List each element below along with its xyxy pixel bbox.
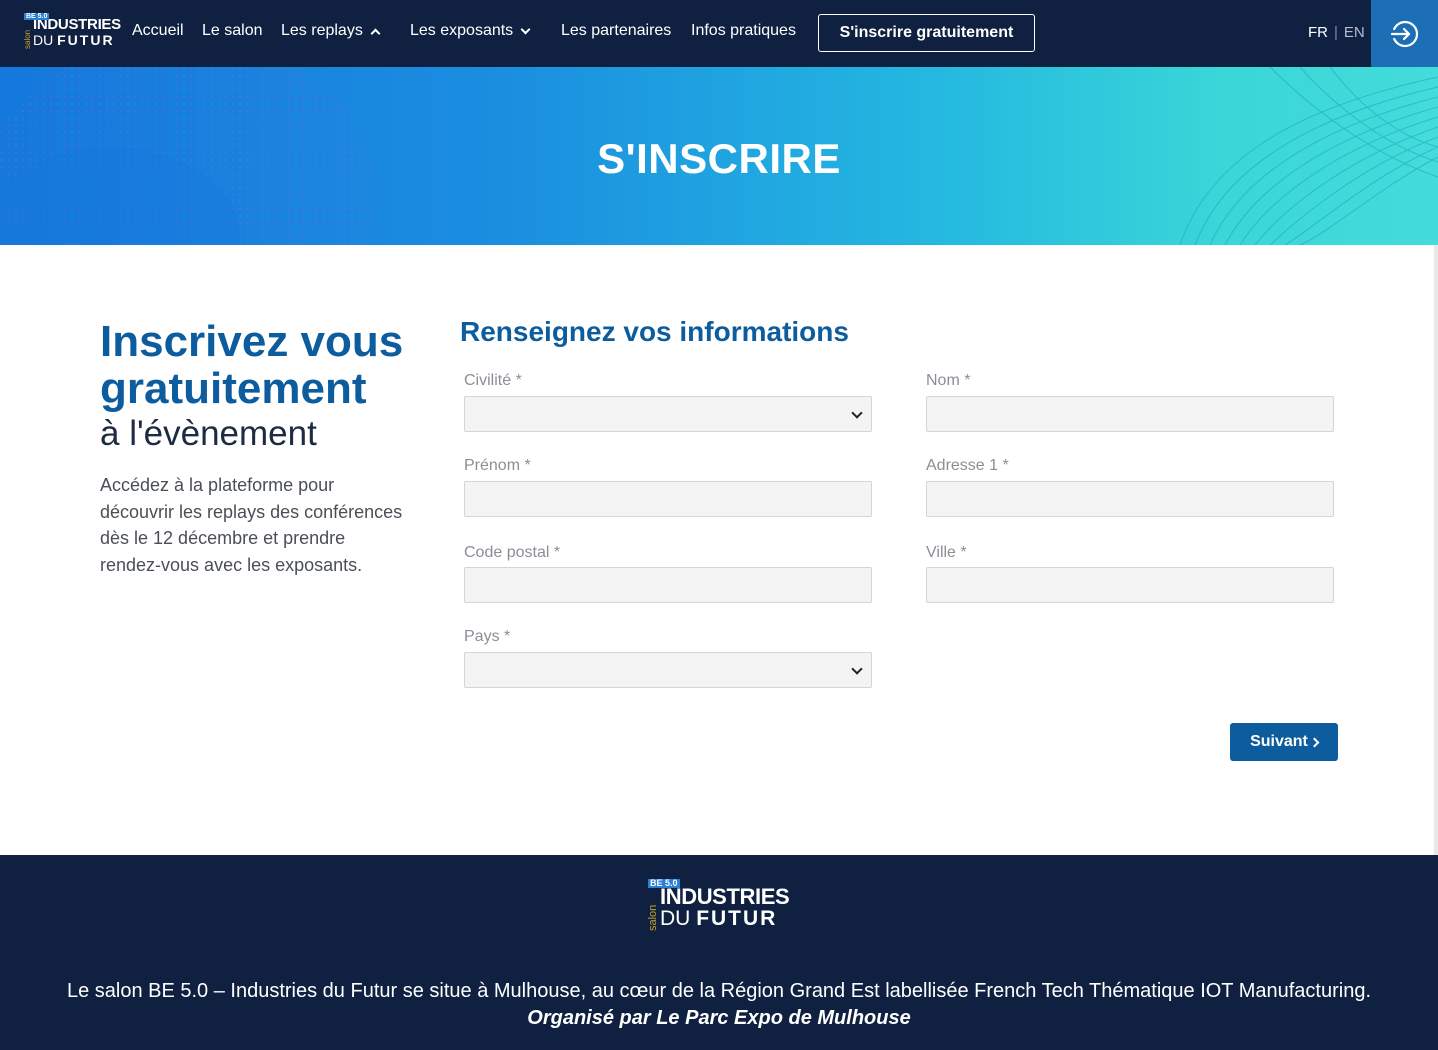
chevron-up-icon: [370, 28, 381, 38]
footer-logo-salon-text: salon: [647, 904, 659, 931]
chevron-down-icon: [520, 24, 531, 34]
adresse-label: Adresse 1 *: [926, 457, 1009, 474]
intro-text: Accédez à la plateforme pour découvrir l…: [100, 475, 403, 575]
chevron-right-icon: [1309, 737, 1320, 747]
civilite-select[interactable]: [464, 396, 872, 432]
footer-organizer: Organisé par Le Parc Expo de Mulhouse: [527, 1007, 911, 1029]
hero-title: S'INSCRIRE: [597, 135, 841, 182]
footer-logo-line2: DU FUTUR: [660, 906, 778, 930]
code-postal-label: Code postal *: [464, 544, 561, 561]
nom-label: Nom *: [926, 372, 971, 389]
prenom-label: Prénom *: [464, 457, 531, 474]
footer-logo-line1: INDUSTRIES: [660, 883, 790, 909]
top-navbar: BE 5.0 salon INDUSTRIES DU FUTUR Accueil…: [0, 0, 1438, 67]
nav-item-accueil[interactable]: Accueil: [132, 22, 184, 40]
lang-separator: |: [1334, 24, 1338, 41]
register-button[interactable]: S'inscrire gratuitement: [818, 14, 1035, 52]
nav-item-infos-pratiques[interactable]: Infos pratiques: [691, 22, 796, 40]
code-postal-field[interactable]: [464, 567, 872, 603]
footer-text: Le salon BE 5.0 – Industries du Futur se…: [66, 980, 1372, 1002]
intro-subtitle: à l'évènement: [100, 414, 317, 453]
nav-item-les-replays[interactable]: Les replays: [281, 22, 381, 40]
language-switcher: FR | EN: [1308, 24, 1365, 41]
footer-logo[interactable]: BE 5.0 salon INDUSTRIES DU FUTUR: [647, 879, 790, 932]
nav-item-les-partenaires[interactable]: Les partenaires: [561, 22, 671, 40]
next-button[interactable]: Suivant: [1230, 723, 1338, 761]
ville-field[interactable]: [926, 567, 1334, 603]
nom-field[interactable]: [926, 396, 1334, 432]
pays-label: Pays *: [464, 628, 511, 645]
civilite-label: Civilité *: [464, 372, 522, 389]
adresse-field[interactable]: [926, 481, 1334, 517]
hero-banner: S'INSCRIRE: [0, 67, 1438, 245]
prenom-field[interactable]: [464, 481, 872, 517]
sign-in-icon: [1390, 20, 1418, 47]
ville-label: Ville *: [926, 544, 967, 561]
nav-item-les-exposants[interactable]: Les exposants: [410, 22, 531, 40]
nav-item-le-salon[interactable]: Le salon: [202, 22, 263, 40]
intro-title: Inscrivez vous gratuitement: [100, 317, 404, 413]
site-logo[interactable]: BE 5.0 salon INDUSTRIES DU FUTUR: [23, 13, 121, 49]
form-title: Renseignez vos informations: [460, 316, 849, 347]
login-button[interactable]: [1371, 0, 1438, 67]
footer: BE 5.0 salon INDUSTRIES DU FUTUR Le salo…: [0, 855, 1438, 1050]
scrollbar[interactable]: [1434, 245, 1438, 855]
logo-salon-text: salon: [23, 29, 32, 49]
logo-line2: DU FUTUR: [33, 31, 115, 48]
lang-en[interactable]: EN: [1344, 24, 1365, 41]
lang-fr[interactable]: FR: [1308, 24, 1328, 41]
pays-select[interactable]: [464, 652, 872, 688]
